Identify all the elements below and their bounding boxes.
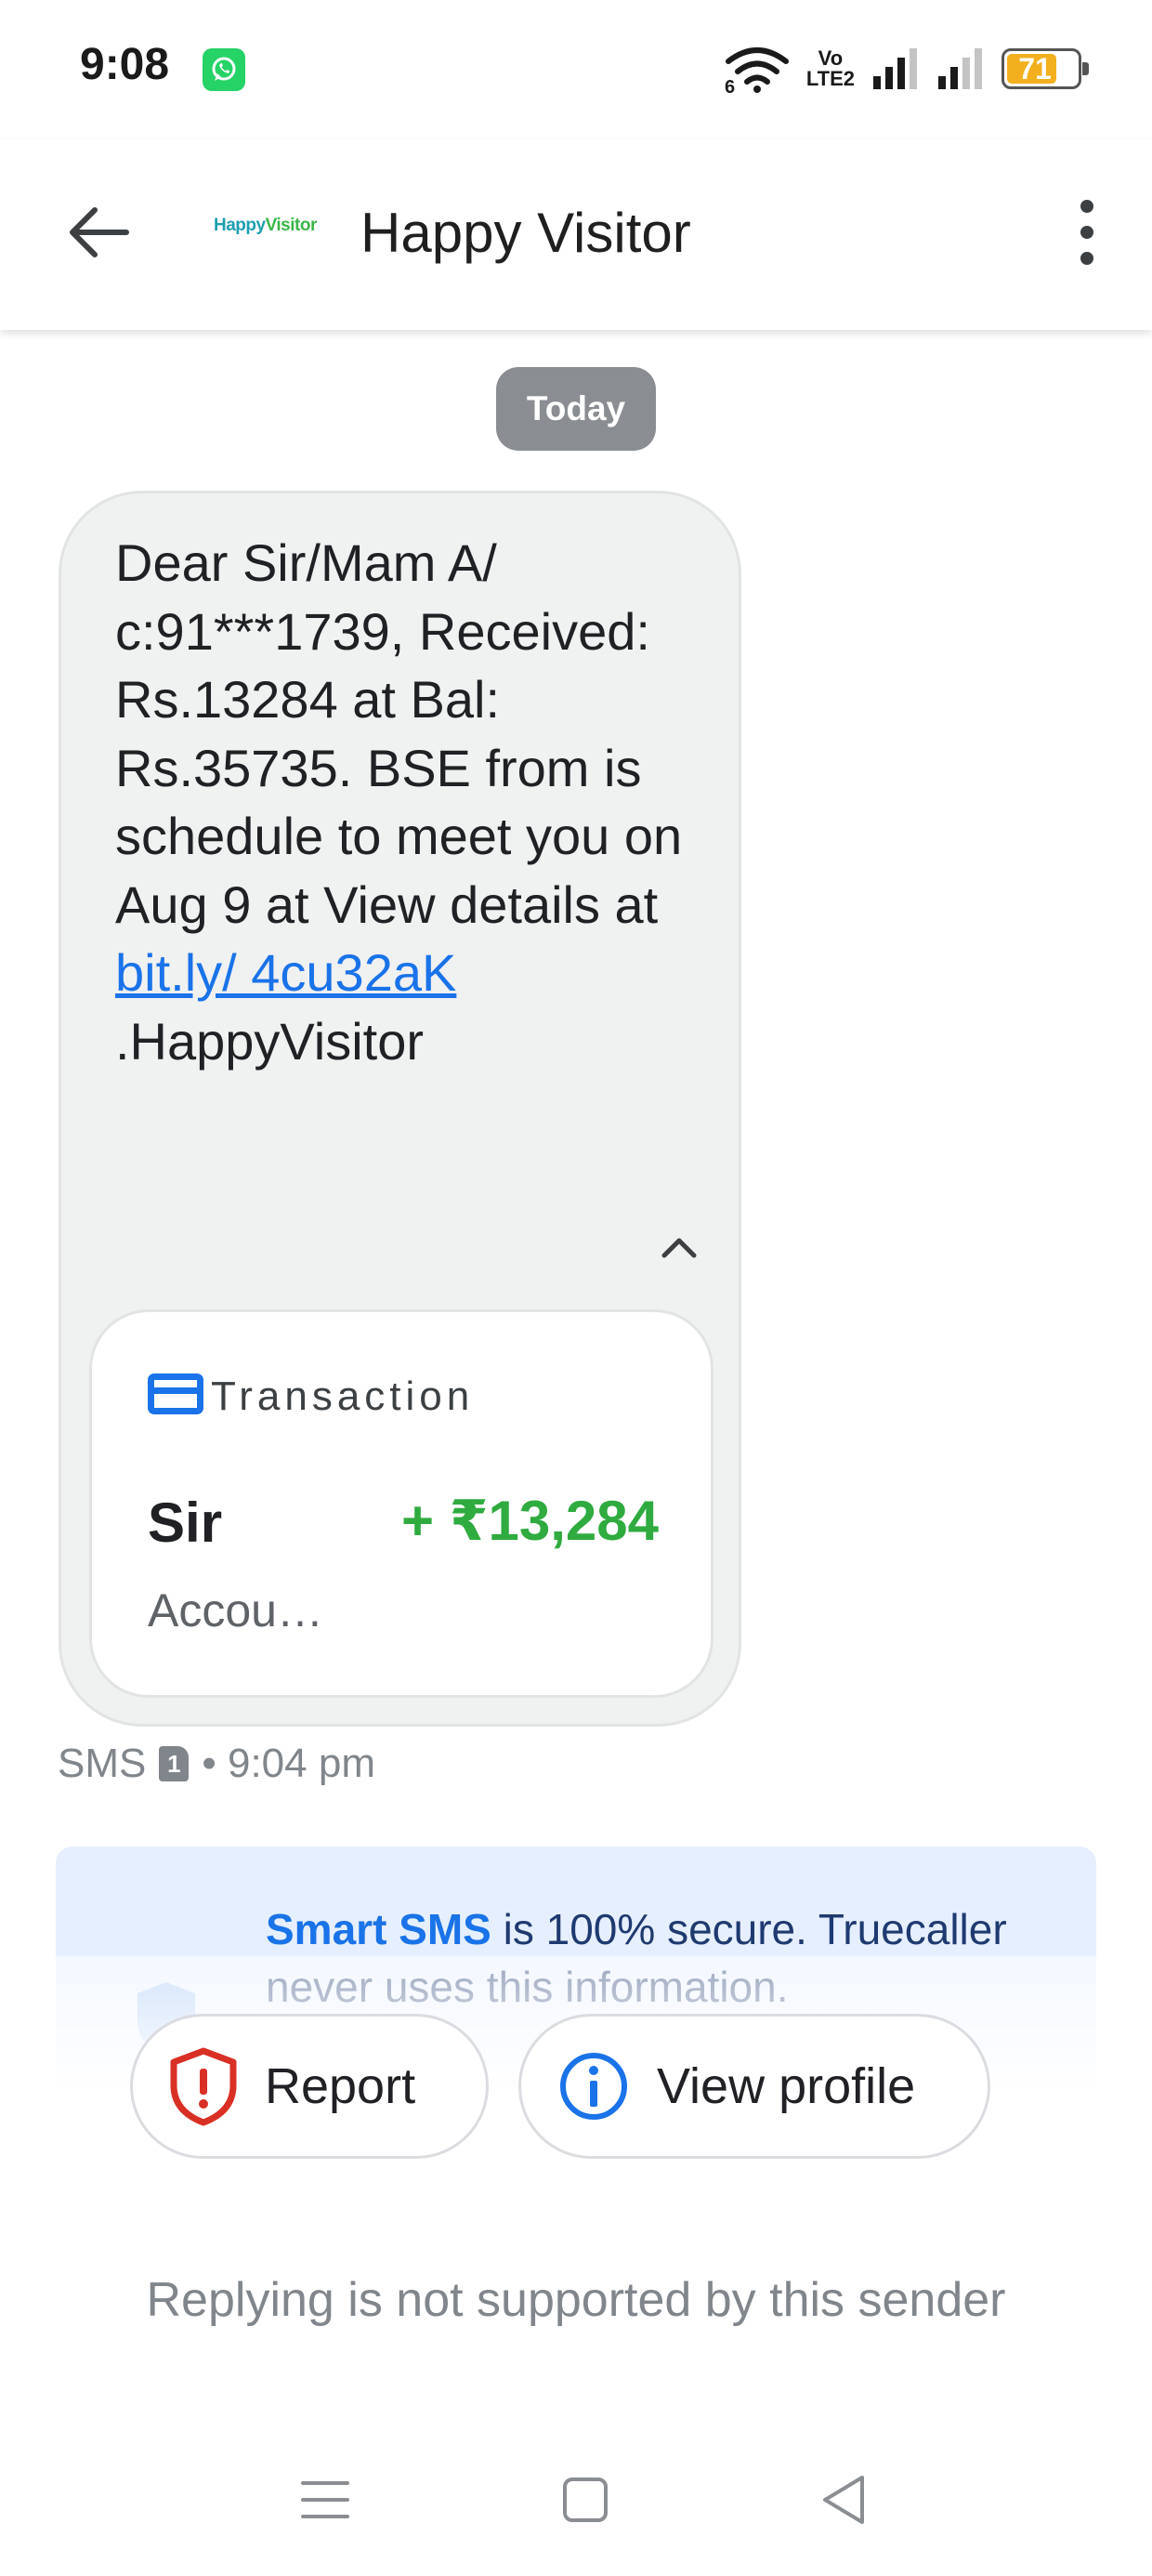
message-link[interactable]: bit.ly/ 4cu32aK bbox=[115, 943, 456, 1002]
wifi-icon: 6 bbox=[725, 47, 789, 93]
reply-not-supported-note: Replying is not supported by this sender bbox=[146, 2273, 1006, 2327]
message-bubble[interactable]: Dear Sir/Mam A/ c:91***1739, Received: R… bbox=[59, 491, 741, 1727]
report-button[interactable]: Report bbox=[130, 2014, 489, 2159]
home-square-icon bbox=[563, 2477, 608, 2522]
more-options-button[interactable] bbox=[1059, 195, 1115, 269]
signal-strength-icon-sim1 bbox=[873, 48, 917, 89]
message-channel: SMS bbox=[58, 1741, 147, 1786]
view-profile-button-label: View profile bbox=[657, 2058, 916, 2114]
status-time: 9:08 bbox=[80, 40, 170, 89]
message-time: • 9:04 pm bbox=[202, 1741, 375, 1786]
volte-indicator: Vo LTE2 bbox=[806, 48, 855, 89]
transaction-account: Accou… bbox=[148, 1584, 323, 1636]
credit-card-icon bbox=[148, 1373, 203, 1414]
menu-icon bbox=[301, 2481, 349, 2518]
wifi-sub-label: 6 bbox=[725, 77, 735, 93]
view-profile-button[interactable]: View profile bbox=[518, 2014, 990, 2159]
status-indicators: 6 Vo LTE2 71 bbox=[725, 41, 1089, 97]
more-vert-icon bbox=[1080, 200, 1093, 265]
report-button-label: Report bbox=[265, 2058, 416, 2114]
volte-bottom: LTE2 bbox=[805, 67, 855, 90]
sim-card-icon: 1 bbox=[159, 1746, 190, 1781]
message-body-start: Dear Sir/Mam A/ c:91***1739, Received: R… bbox=[115, 533, 683, 934]
info-icon bbox=[560, 2053, 627, 2120]
chevron-up-icon bbox=[661, 1238, 697, 1258]
message-meta: SMS 1 • 9:04 pm bbox=[58, 1741, 375, 1787]
back-button[interactable] bbox=[61, 195, 136, 269]
conversation-title[interactable]: Happy Visitor bbox=[360, 201, 691, 265]
transaction-label: Transaction bbox=[211, 1373, 475, 1419]
volte-top: Vo bbox=[818, 46, 844, 70]
arrow-back-icon bbox=[70, 207, 129, 257]
message-body-end: .HappyVisitor bbox=[115, 1011, 425, 1071]
system-back-button[interactable] bbox=[806, 2463, 881, 2537]
sender-logo[interactable]: HappyVisitor bbox=[214, 216, 317, 253]
shield-alert-icon bbox=[170, 2047, 237, 2126]
recent-apps-button[interactable] bbox=[288, 2463, 362, 2537]
transaction-amount: + ₹13,284 bbox=[401, 1490, 659, 1552]
signal-strength-icon-sim2 bbox=[938, 48, 982, 89]
collapse-message-button[interactable] bbox=[642, 1218, 716, 1274]
transaction-name: Sir bbox=[148, 1492, 223, 1554]
battery-tip bbox=[1082, 62, 1089, 75]
conversation-area[interactable]: Today Dear Sir/Mam A/ c:91***1739, Recei… bbox=[0, 330, 1152, 2327]
home-button[interactable] bbox=[548, 2463, 622, 2537]
transaction-card[interactable]: Transaction Sir + ₹13,284 Accou… bbox=[89, 1309, 713, 1698]
date-chip: Today bbox=[496, 367, 656, 451]
battery-percentage: 71 bbox=[1018, 52, 1052, 85]
system-nav-bar bbox=[0, 2435, 1152, 2556]
logo-text: HappyVisitor bbox=[214, 216, 317, 235]
top-app-bar: HappyVisitor Happy Visitor bbox=[0, 139, 1152, 330]
smart-sms-strong: Smart SMS bbox=[266, 1905, 491, 1953]
message-text: Dear Sir/Mam A/ c:91***1739, Received: R… bbox=[115, 529, 691, 1075]
whatsapp-notification-icon bbox=[203, 48, 245, 91]
battery-icon: 71 bbox=[1001, 48, 1089, 89]
back-triangle-icon bbox=[823, 2476, 864, 2524]
status-bar: 9:08 6 Vo LTE2 71 bbox=[0, 0, 1152, 139]
